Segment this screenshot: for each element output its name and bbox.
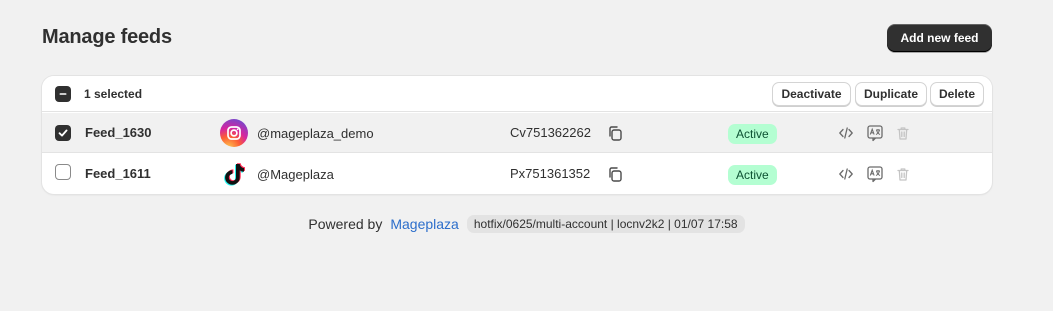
status-badge: Active bbox=[728, 124, 777, 144]
selected-count: 1 selected bbox=[84, 87, 143, 101]
trash-icon[interactable] bbox=[894, 124, 912, 142]
account-handle: @Mageplaza bbox=[257, 167, 334, 182]
feed-id: Cv751362262 bbox=[510, 125, 591, 140]
feed-id: Px751361352 bbox=[510, 166, 591, 181]
footer: Powered by Mageplaza hotfix/0625/multi-a… bbox=[0, 213, 1053, 235]
checkmark-icon bbox=[58, 129, 68, 137]
feed-name: Feed_1630 bbox=[85, 125, 152, 140]
duplicate-button[interactable]: Duplicate bbox=[855, 82, 927, 106]
deactivate-button[interactable]: Deactivate bbox=[772, 82, 851, 106]
table-row[interactable]: Feed_1630 @mageplaza_demo Cv751362262 Ac… bbox=[42, 113, 992, 153]
row-checkbox[interactable] bbox=[55, 125, 71, 141]
instagram-icon bbox=[220, 119, 248, 147]
tiktok-icon bbox=[220, 160, 248, 188]
account-handle: @mageplaza_demo bbox=[257, 126, 374, 141]
feed-name: Feed_1611 bbox=[85, 166, 151, 181]
select-all-checkbox[interactable] bbox=[55, 86, 71, 102]
copy-icon[interactable] bbox=[606, 165, 624, 183]
status-badge: Active bbox=[728, 165, 777, 185]
code-icon[interactable] bbox=[837, 165, 855, 183]
code-icon[interactable] bbox=[837, 124, 855, 142]
version-badge: hotfix/0625/multi-account | locnv2k2 | 0… bbox=[466, 215, 745, 233]
page-title: Manage feeds bbox=[42, 26, 172, 48]
feeds-table: 1 selected Deactivate Duplicate Delete F… bbox=[42, 76, 992, 194]
minus-icon bbox=[59, 93, 67, 95]
bulk-actions-bar: 1 selected Deactivate Duplicate Delete bbox=[42, 76, 992, 112]
copy-icon[interactable] bbox=[606, 124, 624, 142]
translate-icon[interactable] bbox=[866, 165, 884, 183]
powered-by-text: Powered by bbox=[308, 216, 383, 232]
delete-button[interactable]: Delete bbox=[930, 82, 984, 106]
add-new-feed-button[interactable]: Add new feed bbox=[887, 24, 992, 52]
mageplaza-link[interactable]: Mageplaza bbox=[390, 216, 459, 232]
trash-icon[interactable] bbox=[894, 165, 912, 183]
translate-icon[interactable] bbox=[866, 124, 884, 142]
table-row[interactable]: Feed_1611 @Mageplaza Px751361352 Active bbox=[42, 154, 992, 194]
row-checkbox[interactable] bbox=[55, 164, 71, 180]
